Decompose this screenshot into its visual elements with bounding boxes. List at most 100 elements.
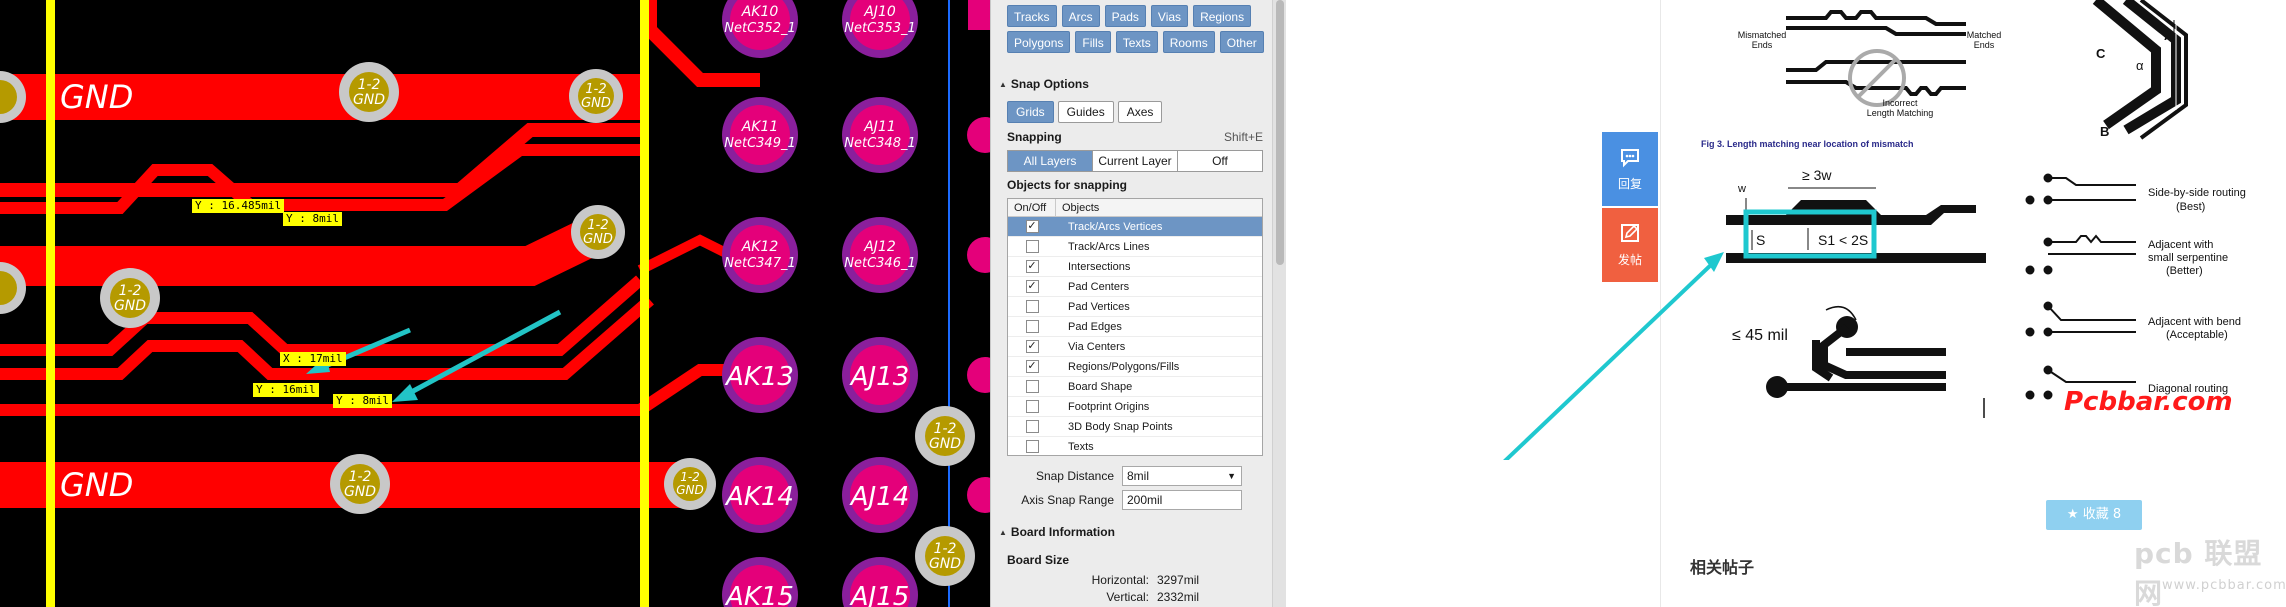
pad-aj12[interactable]: AJ12NetC346_1 — [842, 217, 918, 293]
svg-text:C: C — [2096, 46, 2106, 61]
pad-net-label: NetC346_1 — [844, 256, 915, 271]
pad-aj10[interactable]: AJ10NetC353_1 — [842, 0, 918, 58]
snap-object-row[interactable]: ✓ Intersections — [1008, 257, 1262, 277]
svg-text:GND: GND — [581, 96, 611, 111]
pad-name-label: AK14 — [724, 482, 794, 512]
snap-object-checkbox[interactable]: ✓ — [1025, 260, 1039, 273]
collapse-triangle-icon: ▲ — [999, 527, 1007, 537]
snap-object-row[interactable]: Board Shape — [1008, 377, 1262, 397]
svg-text:GND: GND — [929, 556, 961, 572]
svg-text:1-2: 1-2 — [934, 421, 957, 437]
snap-object-row[interactable]: ✓ Regions/Polygons/Fills — [1008, 357, 1262, 377]
snap-object-checkbox[interactable] — [1025, 320, 1039, 333]
chat-bubble-icon — [1621, 149, 1639, 168]
pad-net-label: NetC348_1 — [844, 136, 915, 151]
pad-aj14[interactable]: AJ14 — [842, 457, 918, 533]
snap-object-label: Via Centers — [1068, 340, 1126, 353]
favorite-button[interactable]: ★ 收藏 8 — [2046, 500, 2142, 530]
board-information-header[interactable]: ▲ Board Information — [999, 525, 1115, 539]
snapping-option-current-layer[interactable]: Current Layer — [1093, 151, 1178, 171]
gnd-label-bottom: GND — [60, 466, 133, 504]
snap-object-row[interactable]: Texts — [1008, 437, 1262, 455]
snap-object-row[interactable]: Pad Edges — [1008, 317, 1262, 337]
snap-options-header[interactable]: ▲ Snap Options — [999, 77, 1089, 91]
snap-object-row[interactable]: ✓ Via Centers — [1008, 337, 1262, 357]
panel-scrollbar-thumb[interactable] — [1276, 0, 1284, 265]
track-3 — [0, 214, 609, 286]
pad-name-label: AK12 — [741, 239, 779, 255]
panel-scrollbar[interactable] — [1272, 0, 1286, 607]
filter-chip-regions[interactable]: Regions — [1193, 5, 1252, 27]
pad-name-label: AK15 — [724, 582, 794, 607]
snap-object-row[interactable]: Footprint Origins — [1008, 397, 1262, 417]
filter-chip-other[interactable]: Other — [1219, 31, 1264, 53]
pad-ak13[interactable]: AK13 — [722, 337, 798, 413]
pad-ak12[interactable]: AK12NetC347_1 — [722, 217, 798, 293]
snap-object-checkbox[interactable] — [1025, 380, 1039, 393]
snap-object-row[interactable]: 3D Body Snap Points — [1008, 417, 1262, 437]
filter-chip-polygons[interactable]: Polygons — [1007, 31, 1071, 53]
axis-snap-range-input[interactable]: 200mil — [1122, 490, 1242, 510]
filter-chip-rooms[interactable]: Rooms — [1162, 31, 1215, 53]
filter-chip-row-2: Polygons Fills Texts Rooms Other — [1007, 31, 1264, 53]
dimension-label-x1: X : 17mil — [280, 352, 346, 366]
pad-ak10[interactable]: AK10NetC352_1 — [722, 0, 798, 58]
snap-object-label: Pad Edges — [1068, 320, 1122, 333]
reply-side-button[interactable]: 回复 — [1602, 132, 1658, 206]
pad-aj15[interactable]: AJ15 — [842, 557, 918, 607]
board-horizontal-row: Horizontal: 3297mil — [1091, 573, 1200, 587]
pad-name-label: AJ10 — [863, 4, 896, 20]
snap-option-grids-button[interactable]: Grids — [1007, 101, 1054, 123]
snap-object-row[interactable]: Pad Vertices — [1008, 297, 1262, 317]
snap-option-axes-button[interactable]: Axes — [1117, 101, 1163, 123]
snap-object-checkbox[interactable]: ✓ — [1025, 220, 1039, 233]
collapse-triangle-icon: ▲ — [999, 79, 1007, 89]
filter-chip-tracks[interactable]: Tracks — [1007, 5, 1057, 27]
pad-ak11[interactable]: AK11NetC349_1 — [722, 97, 798, 173]
svg-text:GND: GND — [344, 484, 376, 500]
snapping-option-all-layers[interactable]: All Layers — [1008, 151, 1093, 171]
track-4 — [0, 275, 644, 356]
snap-object-checkbox[interactable] — [1025, 240, 1039, 253]
svg-text:Incorrect: Incorrect — [1882, 98, 1918, 108]
svg-text:GND: GND — [929, 436, 961, 452]
svg-text:Matched: Matched — [1967, 30, 2002, 40]
snapping-option-off[interactable]: Off — [1178, 151, 1262, 171]
pad-ak14[interactable]: AK14 — [722, 457, 798, 533]
pcb-canvas[interactable]: GND GND 1-2 GND 1-2 GND 1-2 GND 1-2 GND … — [0, 0, 990, 607]
snap-option-guides-button[interactable]: Guides — [1057, 101, 1114, 123]
svg-text:≥ 3w: ≥ 3w — [1802, 167, 1832, 183]
snap-object-checkbox[interactable]: ✓ — [1025, 360, 1039, 373]
snap-object-checkbox[interactable] — [1025, 400, 1039, 413]
snap-object-checkbox[interactable]: ✓ — [1025, 340, 1039, 353]
layer-edge-line — [948, 0, 950, 607]
filter-chip-texts[interactable]: Texts — [1115, 31, 1158, 53]
snap-object-checkbox[interactable] — [1025, 420, 1039, 433]
snap-distance-dropdown[interactable]: 8mil ▼ — [1122, 466, 1242, 486]
pad-aj11[interactable]: AJ11NetC348_1 — [842, 97, 918, 173]
svg-text:GND: GND — [114, 298, 146, 314]
filter-chip-fills[interactable]: Fills — [1075, 31, 1111, 53]
snap-object-label: Board Shape — [1068, 380, 1133, 393]
snap-object-checkbox[interactable] — [1025, 440, 1039, 453]
svg-text:(Better): (Better) — [2166, 265, 2203, 277]
axis-snap-range-row: Axis Snap Range 200mil — [1007, 490, 1263, 510]
pad-ak15[interactable]: AK15 — [722, 557, 798, 607]
snap-object-checkbox[interactable]: ✓ — [1025, 280, 1039, 293]
board-size-label: Board Size — [1007, 553, 1070, 567]
filter-chip-pads[interactable]: Pads — [1104, 5, 1146, 27]
pad-name-label: AK13 — [724, 362, 794, 392]
chevron-down-icon: ▼ — [1227, 471, 1236, 481]
star-icon: ★ — [2066, 507, 2079, 522]
snap-object-label: Pad Vertices — [1068, 300, 1130, 313]
snap-object-row[interactable]: ✓ Track/Arcs Vertices — [1008, 217, 1262, 237]
pad-net-label: NetC353_1 — [844, 21, 915, 36]
filter-chip-arcs[interactable]: Arcs — [1061, 5, 1100, 27]
snap-object-row[interactable]: ✓ Pad Centers — [1008, 277, 1262, 297]
snap-object-checkbox[interactable] — [1025, 300, 1039, 313]
snap-object-row[interactable]: Track/Arcs Lines — [1008, 237, 1262, 257]
filter-chip-vias[interactable]: Vias — [1150, 5, 1189, 27]
snapping-label: Snapping — [1007, 130, 1062, 144]
post-side-button[interactable]: 发帖 — [1602, 208, 1658, 282]
pad-aj13[interactable]: AJ13 — [842, 337, 918, 413]
